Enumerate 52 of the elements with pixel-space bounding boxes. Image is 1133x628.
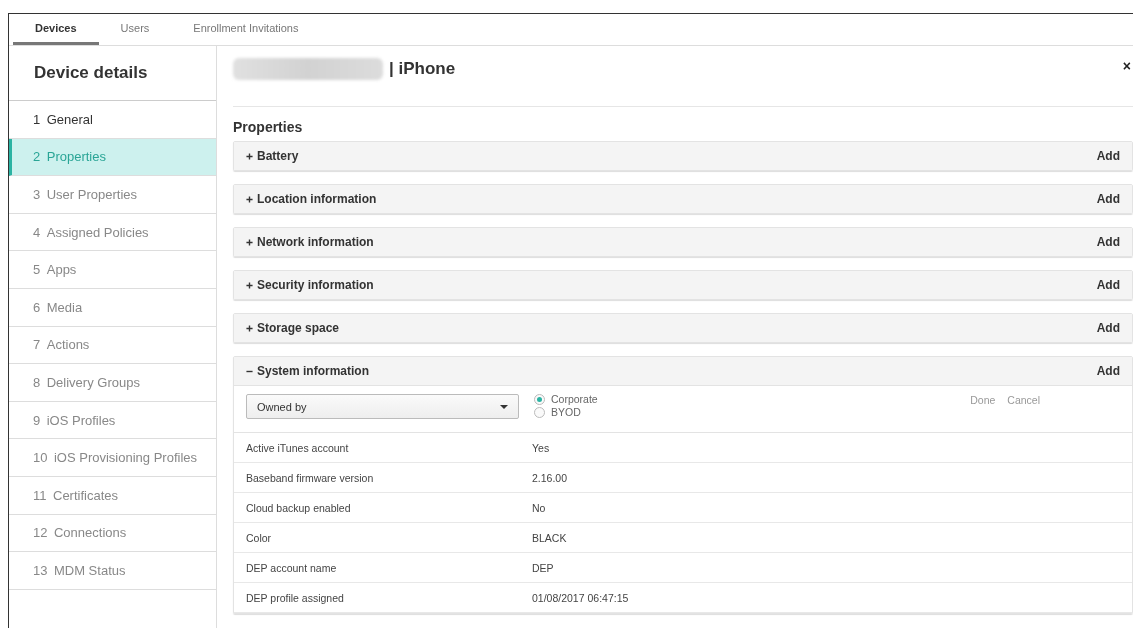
property-value: 01/08/2017 06:47:15	[532, 591, 629, 604]
property-value: No	[532, 501, 546, 514]
accordion-toggle[interactable]: Network information	[246, 235, 374, 249]
accordion-toggle[interactable]: Storage space	[246, 321, 340, 335]
radio-option[interactable]: Corporate	[534, 393, 598, 405]
property-name: Color	[246, 531, 273, 544]
sidebar-item[interactable]: 12 Connections	[9, 514, 216, 553]
property-value: BLACK	[532, 531, 567, 544]
property-name: Active iTunes account	[246, 441, 350, 454]
sidebar-item[interactable]: 11 Certificates	[9, 476, 216, 515]
sidebar-item[interactable]: 13 MDM Status	[9, 552, 216, 590]
owned-by-dropdown[interactable]: Owned by	[246, 394, 519, 419]
property-value: 2.16.00	[532, 471, 568, 484]
sidebar-item[interactable]: 1 General	[9, 101, 216, 139]
plus-icon	[246, 152, 253, 160]
sidebar-item[interactable]: 10 iOS Provisioning Profiles	[9, 439, 216, 477]
property-name: DEP profile assigned	[246, 591, 345, 604]
add-link[interactable]: Add	[1096, 364, 1120, 378]
section-title: Properties	[233, 119, 304, 135]
plus-icon	[246, 281, 253, 289]
radio-option[interactable]: BYOD	[534, 406, 598, 418]
tab[interactable]: Users	[98, 14, 172, 45]
sidebar-item[interactable]: 9 iOS Profiles	[9, 401, 216, 440]
property-name: Baseband firmware version	[246, 471, 375, 484]
accordion-toggle[interactable]: System information	[246, 364, 370, 378]
tab[interactable]: Enrollment Invitations	[171, 14, 321, 45]
plus-icon	[246, 324, 253, 332]
add-link[interactable]: Add	[1096, 321, 1120, 335]
add-link[interactable]: Add	[1096, 235, 1120, 249]
caret-icon	[500, 404, 508, 409]
add-link[interactable]: Add	[1096, 149, 1120, 163]
device-title: | iPhone	[389, 59, 456, 79]
property-name: Cloud backup enabled	[246, 501, 352, 514]
add-link[interactable]: Add	[1096, 278, 1120, 292]
accordion-toggle[interactable]: Battery	[246, 149, 299, 163]
property-value: DEP	[532, 561, 554, 574]
close-button[interactable]: ×	[1122, 58, 1131, 74]
sidebar-item[interactable]: 7 Actions	[9, 326, 216, 365]
sidebar-item[interactable]: 8 Delivery Groups	[9, 364, 216, 402]
property-value: Yes	[532, 441, 550, 454]
plus-icon	[246, 195, 253, 203]
sidebar-item[interactable]: 3 User Properties	[9, 176, 216, 214]
property-name: DEP account name	[246, 561, 338, 574]
add-link[interactable]: Add	[1096, 192, 1120, 206]
sidebar-item[interactable]: 5 Apps	[9, 251, 216, 289]
sidebar-title: Device details	[9, 46, 216, 101]
tab[interactable]: Devices	[13, 14, 99, 45]
accordion-toggle[interactable]: Security information	[246, 278, 374, 292]
accordion-toggle[interactable]: Location information	[246, 192, 377, 206]
plus-icon	[246, 238, 253, 246]
sidebar-item[interactable]: 4 Assigned Policies	[9, 213, 216, 252]
sidebar-item[interactable]: 6 Media	[9, 288, 216, 327]
